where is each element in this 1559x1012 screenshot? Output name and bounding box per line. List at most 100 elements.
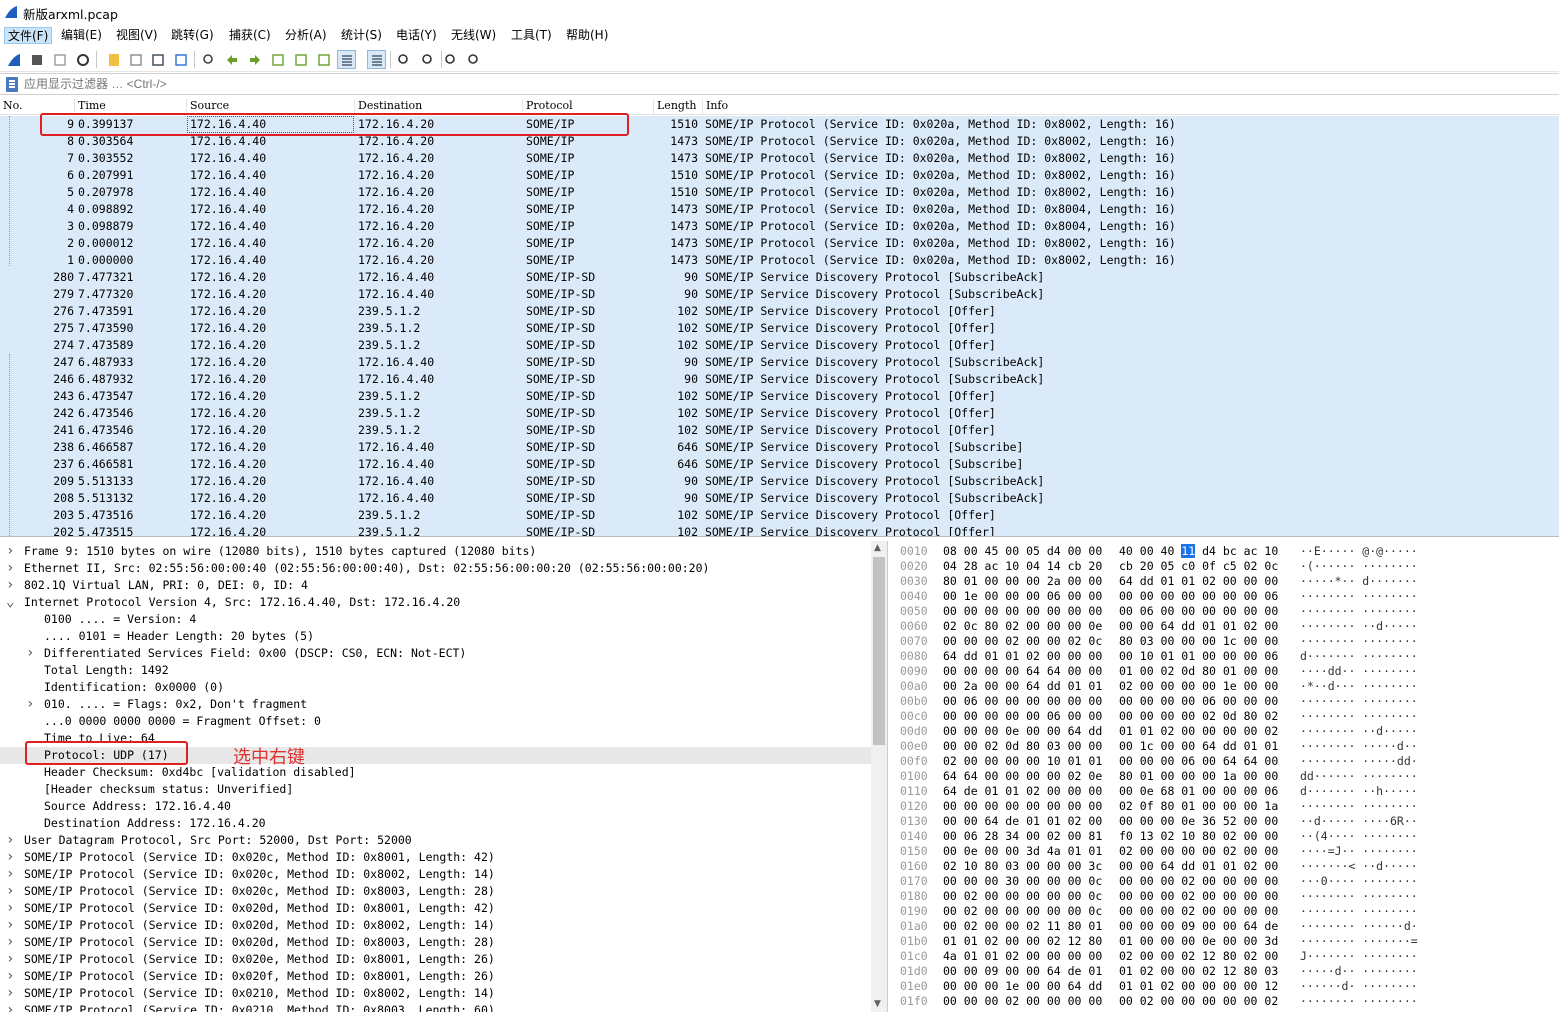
expand-arrow-icon[interactable]: ›: [6, 560, 16, 577]
go-forward-icon[interactable]: [245, 50, 264, 69]
detail-tree-item[interactable]: › SOME/IP Protocol (Service ID: 0x020f, M…: [0, 968, 871, 985]
hex-row[interactable]: 0170 00 00 00 30 00 00 00 0c 00 00 00 02 0…: [890, 874, 1559, 889]
detail-tree-item[interactable]: › SOME/IP Protocol (Service ID: 0x020e, M…: [0, 951, 871, 968]
zoom-in-icon[interactable]: [394, 50, 413, 69]
expand-arrow-icon[interactable]: ›: [6, 849, 16, 866]
detail-tree-item[interactable]: ...0 0000 0000 0000 = Fragment Offset: 0: [0, 713, 871, 730]
hex-row[interactable]: 0110 64 de 01 01 02 00 00 00 00 0e 68 01 0…: [890, 784, 1559, 799]
detail-tree-item[interactable]: 0100 .... = Version: 4: [0, 611, 871, 628]
detail-tree-item[interactable]: Source Address: 172.16.4.40: [0, 798, 871, 815]
scrollbar-thumb[interactable]: [873, 557, 885, 745]
capture-options-icon[interactable]: [73, 50, 92, 69]
hex-row[interactable]: 0020 04 28 ac 10 04 14 cb 20 cb 20 05 c0 0…: [890, 559, 1559, 574]
expand-arrow-icon[interactable]: ›: [6, 832, 16, 849]
packet-row[interactable]: 276 7.473591 172.16.4.20 239.5.1.2 SOME/IP-S…: [0, 303, 1559, 320]
close-file-icon[interactable]: [148, 50, 167, 69]
packet-row[interactable]: 242 6.473546 172.16.4.20 239.5.1.2 SOME/IP-S…: [0, 405, 1559, 422]
expand-arrow-icon[interactable]: ›: [6, 1002, 16, 1012]
hex-row[interactable]: 0070 00 00 00 02 00 00 02 0c 80 03 00 00 0…: [890, 634, 1559, 649]
hex-row[interactable]: 0160 02 10 80 03 00 00 00 3c 00 00 64 dd 0…: [890, 859, 1559, 874]
hex-row[interactable]: 0100 64 64 00 00 00 00 02 0e 80 01 00 00 0…: [890, 769, 1559, 784]
hex-row[interactable]: 0080 64 dd 01 01 02 00 00 00 00 10 01 01 0…: [890, 649, 1559, 664]
expand-arrow-icon[interactable]: ›: [6, 900, 16, 917]
hex-row[interactable]: 00e0 00 00 02 0d 80 03 00 00 00 1c 00 00 6…: [890, 739, 1559, 754]
packet-row[interactable]: 247 6.487933 172.16.4.20 172.16.4.40 SOME/IP…: [0, 354, 1559, 371]
go-first-icon[interactable]: [291, 50, 310, 69]
detail-tree-item[interactable]: › SOME/IP Protocol (Service ID: 0x020d, M…: [0, 900, 871, 917]
hex-row[interactable]: 00d0 00 00 00 0e 00 00 64 dd 01 01 02 00 0…: [890, 724, 1559, 739]
packet-row[interactable]: 237 6.466581 172.16.4.20 172.16.4.40 SOME/IP…: [0, 456, 1559, 473]
hex-row[interactable]: 01c0 4a 01 01 02 00 00 00 00 02 00 00 02 1…: [890, 949, 1559, 964]
detail-tree-item[interactable]: › SOME/IP Protocol (Service ID: 0x0210, M…: [0, 1002, 871, 1012]
detail-tree-item[interactable]: Destination Address: 172.16.4.20: [0, 815, 871, 832]
expand-arrow-icon[interactable]: ›: [6, 917, 16, 934]
menu-item[interactable]: 跳转(G): [168, 27, 217, 44]
packet-row[interactable]: 280 7.477321 172.16.4.20 172.16.4.40 SOME/IP…: [0, 269, 1559, 286]
expand-arrow-icon[interactable]: ›: [26, 645, 36, 662]
packet-row[interactable]: 203 5.473516 172.16.4.20 239.5.1.2 SOME/IP-S…: [0, 507, 1559, 524]
find-packet-icon[interactable]: [199, 50, 218, 69]
detail-tree-item[interactable]: › Ethernet II, Src: 02:55:56:00:00:40 (02…: [0, 560, 871, 577]
hex-row[interactable]: 00c0 00 00 00 00 00 06 00 00 00 00 00 00 0…: [890, 709, 1559, 724]
go-last-icon[interactable]: [314, 50, 333, 69]
go-to-packet-icon[interactable]: [268, 50, 287, 69]
detail-tree-item[interactable]: Identification: 0x0000 (0): [0, 679, 871, 696]
hex-row[interactable]: 0140 00 06 28 34 00 02 00 81 f0 13 02 10 8…: [890, 829, 1559, 844]
scroll-down-icon[interactable]: ▼: [874, 999, 881, 1009]
menu-item[interactable]: 统计(S): [338, 27, 385, 44]
packet-row[interactable]: 3 0.098879 172.16.4.40 172.16.4.20 SOME/IP 14…: [0, 218, 1559, 235]
hex-row[interactable]: 0040 00 1e 00 00 00 06 00 00 00 00 00 00 0…: [890, 589, 1559, 604]
column-header-no[interactable]: No.: [0, 99, 23, 115]
display-filter-input[interactable]: [22, 75, 1552, 93]
hex-row[interactable]: 00f0 02 00 00 00 00 10 01 01 00 00 00 06 0…: [890, 754, 1559, 769]
menu-item[interactable]: 编辑(E): [58, 27, 105, 44]
packet-row[interactable]: 238 6.466587 172.16.4.20 172.16.4.40 SOME/IP…: [0, 439, 1559, 456]
menu-item[interactable]: 捕获(C): [226, 27, 274, 44]
packet-row[interactable]: 279 7.477320 172.16.4.20 172.16.4.40 SOME/IP…: [0, 286, 1559, 303]
expand-arrow-icon[interactable]: ›: [6, 577, 16, 594]
detail-tree-item[interactable]: › SOME/IP Protocol (Service ID: 0x020d, M…: [0, 917, 871, 934]
packet-row[interactable]: 243 6.473547 172.16.4.20 239.5.1.2 SOME/IP-S…: [0, 388, 1559, 405]
packet-row[interactable]: 275 7.473590 172.16.4.20 239.5.1.2 SOME/IP-S…: [0, 320, 1559, 337]
packet-row[interactable]: 2 0.000012 172.16.4.40 172.16.4.20 SOME/IP 14…: [0, 235, 1559, 252]
detail-tree-item[interactable]: › User Datagram Protocol, Src Port: 52000…: [0, 832, 871, 849]
expand-arrow-icon[interactable]: ›: [6, 883, 16, 900]
detail-tree-item[interactable]: › SOME/IP Protocol (Service ID: 0x020d, M…: [0, 934, 871, 951]
packet-row[interactable]: 209 5.513133 172.16.4.20 172.16.4.40 SOME/IP…: [0, 473, 1559, 490]
expand-arrow-icon[interactable]: ›: [6, 866, 16, 883]
packet-row[interactable]: 246 6.487932 172.16.4.20 172.16.4.40 SOME/IP…: [0, 371, 1559, 388]
bookmark-filter-icon[interactable]: [6, 77, 18, 92]
detail-tree-item[interactable]: Total Length: 1492: [0, 662, 871, 679]
detail-tree-item[interactable]: .... 0101 = Header Length: 20 bytes (5): [0, 628, 871, 645]
hex-row[interactable]: 0010 08 00 45 00 05 d4 00 00 40 00 40 11 d…: [890, 544, 1559, 559]
detail-tree-item[interactable]: ⌄ Internet Protocol Version 4, Src: 172.1…: [0, 594, 871, 611]
menu-item[interactable]: 文件(F): [4, 27, 53, 44]
go-back-icon[interactable]: [222, 50, 241, 69]
detail-tree-item[interactable]: › 802.1Q Virtual LAN, PRI: 0, DEI: 0, ID:…: [0, 577, 871, 594]
hex-row[interactable]: 01a0 00 02 00 00 02 11 80 01 00 00 00 09 0…: [890, 919, 1559, 934]
expand-arrow-icon[interactable]: ›: [6, 543, 16, 560]
hex-row[interactable]: 0090 00 00 00 00 64 64 00 00 01 00 02 0d 8…: [890, 664, 1559, 679]
hex-row[interactable]: 01b0 01 01 02 00 00 02 12 80 01 00 00 00 0…: [890, 934, 1559, 949]
hex-row[interactable]: 0030 80 01 00 00 00 2a 00 00 64 dd 01 01 0…: [890, 574, 1559, 589]
detail-tree-item[interactable]: › SOME/IP Protocol (Service ID: 0x020c, M…: [0, 866, 871, 883]
menu-item[interactable]: 无线(W): [448, 27, 499, 44]
save-file-icon[interactable]: [126, 50, 145, 69]
detail-tree-item[interactable]: › 010. .... = Flags: 0x2, Don't fragment: [0, 696, 871, 713]
hex-row[interactable]: 0190 00 02 00 00 00 00 00 0c 00 00 00 02 0…: [890, 904, 1559, 919]
menu-item[interactable]: 分析(A): [282, 27, 330, 44]
packet-row[interactable]: 4 0.098892 172.16.4.40 172.16.4.20 SOME/IP 14…: [0, 201, 1559, 218]
restart-capture-icon[interactable]: [50, 50, 69, 69]
packet-row[interactable]: 5 0.207978 172.16.4.40 172.16.4.20 SOME/IP 15…: [0, 184, 1559, 201]
menu-item[interactable]: 视图(V): [113, 27, 161, 44]
detail-tree-item[interactable]: › Frame 9: 1510 bytes on wire (12080 bits…: [0, 543, 871, 560]
hex-row[interactable]: 0150 00 0e 00 00 3d 4a 01 01 02 00 00 00 0…: [890, 844, 1559, 859]
packet-row[interactable]: 1 0.000000 172.16.4.40 172.16.4.20 SOME/IP 14…: [0, 252, 1559, 269]
collapse-arrow-icon[interactable]: ⌄: [6, 594, 16, 611]
column-header-length[interactable]: Length: [653, 99, 696, 115]
expand-arrow-icon[interactable]: ›: [6, 985, 16, 1002]
hex-row[interactable]: 0050 00 00 00 00 00 00 00 00 00 06 00 00 0…: [890, 604, 1559, 619]
packet-row[interactable]: 208 5.513132 172.16.4.20 172.16.4.40 SOME/IP…: [0, 490, 1559, 507]
hex-row[interactable]: 0060 02 0c 80 02 00 00 00 0e 00 00 64 dd 0…: [890, 619, 1559, 634]
detail-tree-item[interactable]: › SOME/IP Protocol (Service ID: 0x020c, M…: [0, 849, 871, 866]
